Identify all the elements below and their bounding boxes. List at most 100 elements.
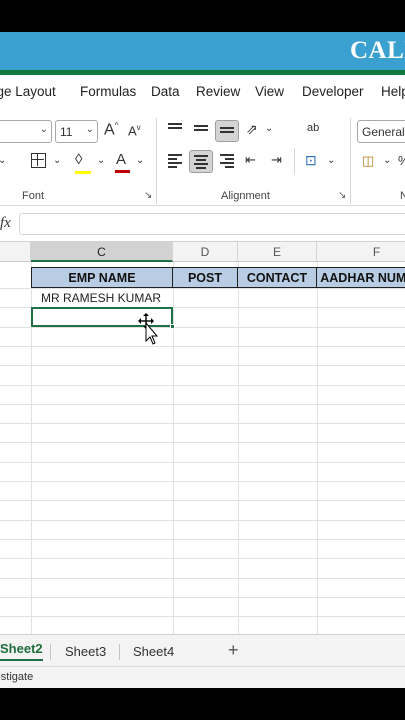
header-cell-post[interactable]: POST bbox=[173, 267, 238, 288]
tab-help[interactable]: Help bbox=[381, 84, 405, 99]
title-banner: CALL bbox=[0, 32, 405, 70]
tab-page-layout[interactable]: Page Layout bbox=[0, 84, 56, 99]
row-gridline bbox=[0, 327, 405, 328]
wrap-text-icon[interactable]: ab bbox=[307, 123, 319, 134]
orientation-icon[interactable]: ⇗ bbox=[246, 122, 258, 136]
insert-function-icon[interactable]: fx bbox=[0, 215, 11, 232]
column-header-e[interactable]: E bbox=[238, 242, 317, 262]
percent-icon[interactable]: % bbox=[398, 154, 405, 167]
row-gridline bbox=[0, 520, 405, 521]
column-header-c[interactable]: C bbox=[31, 242, 173, 262]
ribbon-body: ⌄ 11 ⌄ A^ Av ⌄ ⌄ ◊ ⌄ A ⌄ Font ↘ ⇗ ⌄ ⇤ ⇥ … bbox=[0, 108, 405, 206]
sheet-tab-sheet2[interactable]: Sheet2 bbox=[0, 641, 43, 661]
font-name-combo[interactable]: ⌄ bbox=[0, 120, 52, 143]
align-center-icon[interactable] bbox=[189, 150, 213, 173]
tab-formulas[interactable]: Formulas bbox=[80, 84, 136, 99]
align-right-icon[interactable] bbox=[220, 154, 236, 170]
worksheet-grid[interactable]: C D E F EMP NAME POST CONTACT AADHAR NUM… bbox=[0, 242, 405, 634]
column-header-b[interactable] bbox=[0, 242, 31, 262]
row-gridline bbox=[0, 365, 405, 366]
font-size-value: 11 bbox=[60, 125, 73, 139]
row-gridline bbox=[0, 288, 405, 289]
tab-separator bbox=[119, 644, 120, 660]
font-size-combo[interactable]: 11 ⌄ bbox=[55, 120, 98, 143]
status-text: Investigate bbox=[0, 671, 34, 683]
column-gridline bbox=[238, 262, 239, 634]
row-gridline bbox=[0, 442, 405, 443]
chevron-down-icon[interactable]: ⌄ bbox=[40, 124, 48, 135]
header-cell-aadhar[interactable]: AADHAR NUMBER bbox=[317, 267, 405, 288]
row-gridline bbox=[0, 385, 405, 386]
fill-handle[interactable] bbox=[170, 324, 175, 329]
ribbon-tabs: Page Layout Formulas Data Review View De… bbox=[0, 75, 405, 108]
align-separator bbox=[294, 148, 295, 174]
font-color-bar bbox=[115, 170, 130, 173]
font-group-label: Font bbox=[22, 190, 45, 202]
chevron-down-icon[interactable]: ⌄ bbox=[53, 156, 61, 166]
font-color-icon[interactable]: A bbox=[115, 152, 130, 173]
column-gridline bbox=[173, 262, 174, 634]
row-gridline bbox=[0, 616, 405, 617]
borders-icon[interactable] bbox=[31, 153, 46, 168]
decrease-font-label: A bbox=[128, 123, 137, 139]
number-format-combo[interactable]: General bbox=[357, 120, 405, 143]
row-gridline bbox=[0, 404, 405, 405]
group-separator bbox=[156, 118, 157, 204]
row-gridline bbox=[0, 346, 405, 347]
tab-view[interactable]: View bbox=[255, 84, 284, 99]
chevron-down-icon[interactable]: ⌄ bbox=[327, 156, 335, 166]
add-sheet-icon[interactable]: + bbox=[228, 640, 239, 661]
sheet-tab-sheet3[interactable]: Sheet3 bbox=[65, 644, 106, 659]
chevron-down-icon[interactable]: ⌄ bbox=[136, 156, 144, 166]
increase-font-size-icon[interactable]: A^ bbox=[104, 122, 118, 138]
cell-emp-name[interactable]: MR RAMESH KUMAR bbox=[41, 291, 161, 305]
align-left-icon[interactable] bbox=[168, 154, 184, 170]
decrease-indent-icon[interactable]: ⇤ bbox=[245, 153, 256, 166]
top-align-icon[interactable] bbox=[168, 123, 184, 131]
sheet-tab-sheet4[interactable]: Sheet4 bbox=[133, 644, 174, 659]
header-cell-contact[interactable]: CONTACT bbox=[238, 267, 317, 288]
font-dialog-launcher-icon[interactable]: ↘ bbox=[144, 190, 152, 201]
chevron-down-icon[interactable]: ⌄ bbox=[0, 156, 6, 166]
status-bar: Investigate bbox=[0, 666, 405, 688]
merge-center-icon[interactable]: ⊡ bbox=[305, 153, 317, 167]
formula-bar: fx bbox=[0, 206, 405, 242]
column-gridline bbox=[317, 262, 318, 634]
excel-window: CALL Page Layout Formulas Data Review Vi… bbox=[0, 0, 405, 720]
increase-indent-icon[interactable]: ⇥ bbox=[271, 153, 282, 166]
row-gridline bbox=[0, 481, 405, 482]
row-gridline bbox=[0, 558, 405, 559]
fill-color-icon[interactable]: ◊ bbox=[75, 152, 91, 174]
accounting-format-icon[interactable]: ◫ bbox=[362, 154, 374, 167]
row-gridline bbox=[0, 597, 405, 598]
chevron-down-icon[interactable]: ⌄ bbox=[86, 124, 94, 135]
tab-separator bbox=[50, 644, 51, 660]
column-header-d[interactable]: D bbox=[173, 242, 238, 262]
chevron-down-icon[interactable]: ⌄ bbox=[97, 156, 105, 166]
fill-color-bar bbox=[75, 171, 91, 174]
tab-review[interactable]: Review bbox=[196, 84, 240, 99]
decrease-font-size-icon[interactable]: Av bbox=[128, 123, 141, 139]
alignment-dialog-launcher-icon[interactable]: ↘ bbox=[338, 190, 346, 201]
formula-input[interactable] bbox=[19, 213, 405, 235]
row-gridline bbox=[0, 462, 405, 463]
number-group-label: N bbox=[400, 190, 405, 202]
group-separator bbox=[350, 118, 351, 204]
row-gridline bbox=[0, 578, 405, 579]
number-format-value: General bbox=[362, 125, 405, 139]
sheet-tabs-bar: Sheet2 Sheet3 Sheet4 + bbox=[0, 634, 405, 666]
header-cell-emp-name[interactable]: EMP NAME bbox=[31, 267, 173, 288]
row-gridline bbox=[0, 500, 405, 501]
tab-data[interactable]: Data bbox=[151, 84, 180, 99]
chevron-down-icon[interactable]: ⌄ bbox=[265, 124, 273, 134]
row-gridline bbox=[0, 423, 405, 424]
column-header-f[interactable]: F bbox=[317, 242, 405, 262]
tab-developer[interactable]: Developer bbox=[302, 84, 364, 99]
row-gridline bbox=[0, 539, 405, 540]
alignment-group-label: Alignment bbox=[221, 190, 270, 202]
middle-align-icon[interactable] bbox=[194, 125, 210, 133]
bottom-align-icon[interactable] bbox=[215, 120, 239, 142]
banner-title: CALL bbox=[350, 37, 405, 64]
chevron-down-icon[interactable]: ⌄ bbox=[383, 156, 391, 166]
move-cursor-icon bbox=[138, 313, 159, 345]
